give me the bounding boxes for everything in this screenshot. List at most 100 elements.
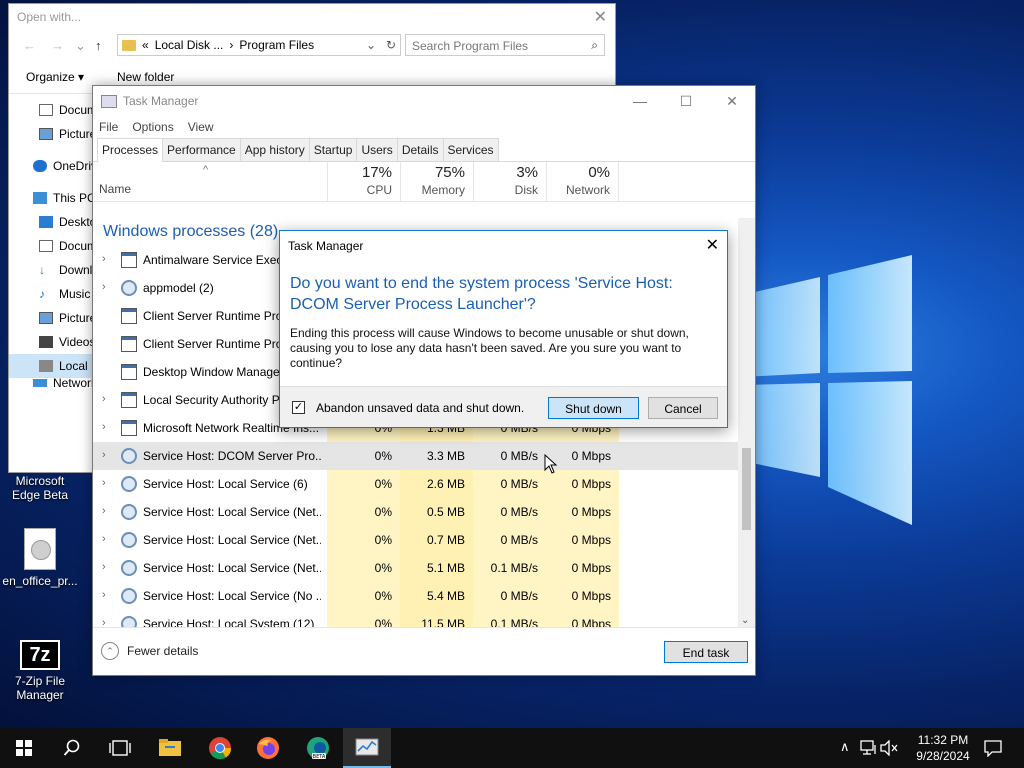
cancel-button[interactable]: Cancel [648,397,718,419]
process-row[interactable]: › Service Host: Local Service (Net... 0% 5.… [93,554,755,582]
tab-details[interactable]: Details [396,138,444,161]
process-row[interactable]: › Service Host: Local Service (Net... 0% 0.… [93,498,755,526]
search-input[interactable]: Search Program Files ⌕ [405,34,605,56]
search-button[interactable] [48,728,96,768]
chevron-up-icon[interactable]: ∧ [840,739,850,755]
tab-startup[interactable]: Startup [308,138,358,161]
notification-icon[interactable] [984,739,1002,757]
new-folder-button[interactable]: New folder [117,70,174,84]
expand-chevron-icon[interactable]: › [102,421,106,433]
column-header-cpu[interactable]: 17% CPU [327,162,400,202]
scrollbar-thumb[interactable] [742,448,751,530]
menu-file[interactable]: File [99,120,118,134]
minimize-icon[interactable]: — [617,86,663,116]
abandon-data-label[interactable]: Abandon unsaved data and shut down. [316,401,524,415]
tab-services[interactable]: Services [442,138,499,161]
process-row[interactable]: › Service Host: Local Service (No ... 0% 5.… [93,582,755,610]
nav-item-pictures[interactable]: Pictures [9,122,93,146]
nav-item-pictures-pc[interactable]: Pictures [9,306,93,330]
expand-chevron-icon[interactable]: › [102,477,106,489]
shut-down-button[interactable]: Shut down [548,397,639,419]
expand-chevron-icon[interactable]: › [102,589,106,601]
volume-muted-icon[interactable] [880,740,898,756]
tab-processes[interactable]: Processes [97,138,164,162]
sort-up-icon: ^ [203,164,209,176]
end-task-button[interactable]: End task [664,641,748,663]
taskbar-file-explorer[interactable] [146,728,194,768]
cpu-label: CPU [366,183,392,197]
expand-chevron-icon[interactable]: › [102,253,106,265]
clock[interactable]: 11:32 PM 9/28/2024 [908,732,978,764]
column-header-memory[interactable]: 75% Memory [400,162,473,202]
process-row[interactable]: › Service Host: Local Service (Net... 0% 0.… [93,526,755,554]
nav-item-network[interactable]: Network [9,378,93,388]
chevron-down-icon[interactable]: ⌄ [366,38,376,52]
up-arrow-icon[interactable]: ↑ [95,38,102,53]
nav-item-documents[interactable]: Documents [9,98,93,122]
nav-item-downloads[interactable]: ↓ Downloads [9,258,93,282]
network-icon[interactable] [860,740,878,756]
desktop-icon-edge-beta[interactable]: Microsoft Edge Beta [0,474,80,502]
tab-users[interactable]: Users [356,138,398,161]
nav-item-local-disk[interactable]: Local Disk [9,354,93,378]
address-bar[interactable]: « Local Disk ... › Program Files ⌄ ↻ [117,34,401,56]
nav-item-videos[interactable]: Videos [9,330,93,354]
process-row[interactable]: › Service Host: DCOM Server Pro... 0% 3.3 M… [93,442,755,470]
address-overflow[interactable]: « [142,38,149,52]
address-segment-program-files[interactable]: Program Files [239,38,314,52]
nav-item-desktop[interactable]: Desktop [9,210,93,234]
tab-app-history[interactable]: App history [239,138,310,161]
back-arrow-icon[interactable]: ← [23,38,36,53]
nav-label: OneDrive [53,159,93,173]
nav-item-onedrive[interactable]: OneDrive [9,154,93,178]
desktop-icon-label: Microsoft Edge Beta [11,474,69,502]
expand-chevron-icon[interactable]: › [102,281,106,293]
task-view-button[interactable] [96,728,144,768]
close-icon[interactable]: ✕ [594,7,607,27]
gear-icon [121,448,137,464]
desktop-icon-office-file[interactable]: en_office_pr... [0,528,80,588]
close-icon[interactable]: ✕ [706,235,719,255]
process-row[interactable]: › Service Host: Local System (12) 0% 11.5 M… [93,610,755,628]
dialog-body: Ending this process will cause Windows t… [290,326,689,370]
taskbar-firefox[interactable] [244,728,292,768]
organize-button[interactable]: Organize ▾ [26,70,84,84]
address-segment-local-disk[interactable]: Local Disk ... [155,38,224,52]
column-header-disk[interactable]: 3% Disk [473,162,546,202]
column-header-network[interactable]: 0% Network [546,162,619,202]
tab-performance[interactable]: Performance [162,138,241,161]
menu-view[interactable]: View [188,120,214,134]
column-header-name[interactable]: Name [99,182,131,196]
abandon-data-checkbox[interactable]: ✓ [292,401,305,414]
nav-label: Pictures [59,311,93,325]
dialog-title: Task Manager [288,239,364,253]
process-memory: 2.6 MB [400,470,473,498]
chevron-down-icon[interactable]: ⌄ [75,38,86,54]
scrollbar[interactable]: ⌄ [738,218,755,628]
start-button[interactable] [0,728,48,768]
close-icon[interactable]: ✕ [709,86,755,116]
nav-item-documents-pc[interactable]: Documents [9,234,93,258]
taskbar-edge-beta[interactable]: BETA [294,728,342,768]
nav-item-this-pc[interactable]: This PC [9,186,93,210]
scroll-down-icon[interactable]: ⌄ [741,615,749,626]
process-network: 0 Mbps [546,582,619,610]
process-row[interactable]: › Service Host: Local Service (6) 0% 2.6 MB… [93,470,755,498]
taskbar-task-manager[interactable] [343,728,391,768]
expand-chevron-icon[interactable]: › [102,393,106,405]
nav-item-music[interactable]: ♪ Music [9,282,93,306]
fewer-details-button[interactable]: ⌃ Fewer details [101,642,198,660]
refresh-icon[interactable]: ↻ [386,38,396,52]
process-name: Service Host: Local Service (Net... [143,533,321,547]
expand-chevron-icon[interactable]: › [102,449,106,461]
forward-arrow-icon[interactable]: → [51,38,64,53]
menu-options[interactable]: Options [132,120,173,134]
network-icon [33,379,47,387]
expand-chevron-icon[interactable]: › [102,561,106,573]
maximize-icon[interactable]: ☐ [663,86,709,116]
desktop-icon-7zip[interactable]: 7z 7-Zip File Manager [0,640,80,702]
expand-chevron-icon[interactable]: › [102,505,106,517]
expand-chevron-icon[interactable]: › [102,533,106,545]
system-tray: ∧ 11:32 PM 9/28/2024 [824,728,1024,768]
taskbar-chrome[interactable] [196,728,244,768]
